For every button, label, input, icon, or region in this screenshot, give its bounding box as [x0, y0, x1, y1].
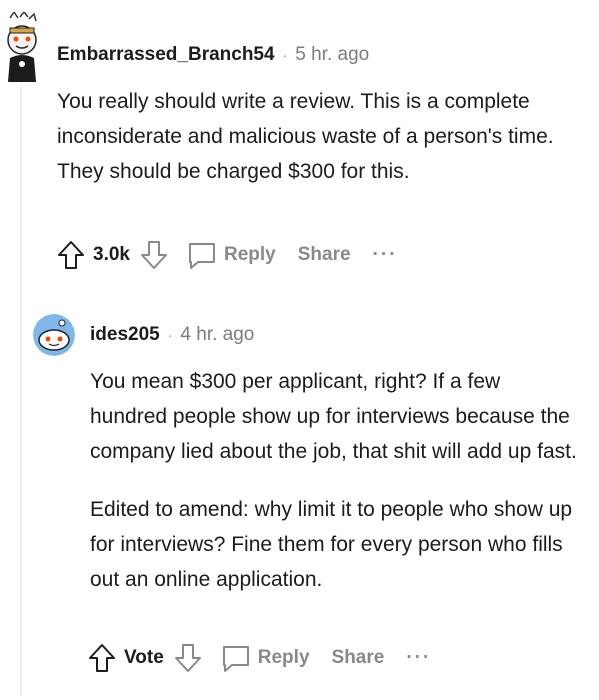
vote-label: Vote — [124, 647, 164, 668]
upvote-icon[interactable] — [57, 240, 85, 270]
separator-dot: · — [282, 47, 288, 63]
comment-text: You really should write a review. This i… — [57, 90, 554, 183]
comment-author[interactable]: Embarrassed_Branch54 — [57, 44, 275, 66]
share-button[interactable]: Share — [332, 647, 385, 669]
avatar-icon[interactable] — [33, 314, 75, 356]
share-button[interactable]: Share — [298, 244, 351, 266]
comment-icon — [186, 240, 218, 270]
more-icon[interactable]: ··· — [406, 647, 431, 669]
vote-count: 3.0k — [93, 244, 130, 265]
thread-line[interactable] — [20, 86, 22, 696]
avatar-icon[interactable] — [2, 12, 42, 82]
reply-label: Reply — [223, 244, 276, 265]
separator-dot: · — [167, 327, 173, 343]
comment-time[interactable]: 5 hr. ago — [295, 44, 369, 66]
reply-button[interactable]: Reply — [220, 643, 310, 673]
comment-icon — [220, 643, 252, 673]
reply-button[interactable]: Reply — [186, 240, 276, 270]
downvote-icon[interactable] — [174, 643, 202, 673]
reply-label: Reply — [257, 647, 310, 668]
comment-time[interactable]: 4 hr. ago — [180, 324, 254, 346]
comment-author[interactable]: ides205 — [90, 324, 160, 346]
comment-text: Edited to amend: why limit it to people … — [90, 498, 573, 591]
more-icon[interactable]: ··· — [373, 244, 398, 266]
downvote-icon[interactable] — [140, 240, 168, 270]
comment-text: You mean $300 per applicant, right? If a… — [90, 370, 577, 463]
upvote-icon[interactable] — [88, 643, 116, 673]
